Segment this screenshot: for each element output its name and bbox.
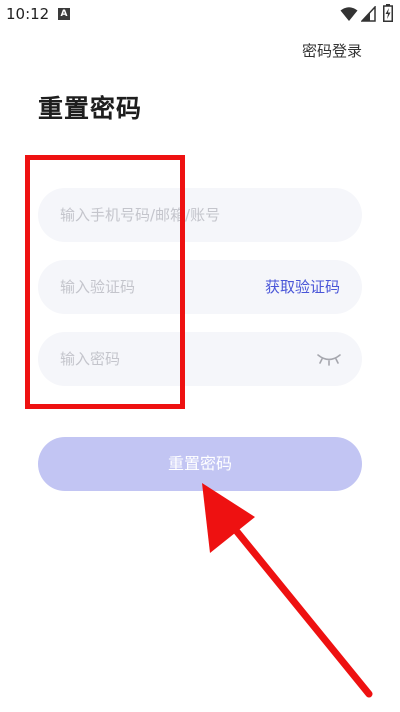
verification-code-input[interactable] bbox=[60, 260, 250, 314]
reset-password-button[interactable]: 重置密码 bbox=[38, 437, 362, 491]
verification-code-field: 获取验证码 bbox=[38, 260, 362, 314]
signal-icon bbox=[361, 6, 376, 22]
password-login-link[interactable]: 密码登录 bbox=[302, 40, 362, 61]
password-field bbox=[38, 332, 362, 386]
status-time: 10:12 bbox=[6, 5, 50, 23]
wifi-icon bbox=[340, 7, 358, 21]
notification-a-icon: A bbox=[58, 8, 70, 20]
get-code-button[interactable]: 获取验证码 bbox=[265, 276, 340, 297]
status-bar: 10:12 A bbox=[0, 0, 400, 30]
account-field bbox=[38, 188, 362, 242]
page-title: 重置密码 bbox=[38, 94, 143, 123]
battery-icon bbox=[383, 4, 393, 22]
password-input[interactable] bbox=[60, 332, 250, 386]
account-input[interactable] bbox=[60, 188, 340, 242]
eye-closed-icon[interactable] bbox=[316, 351, 342, 367]
